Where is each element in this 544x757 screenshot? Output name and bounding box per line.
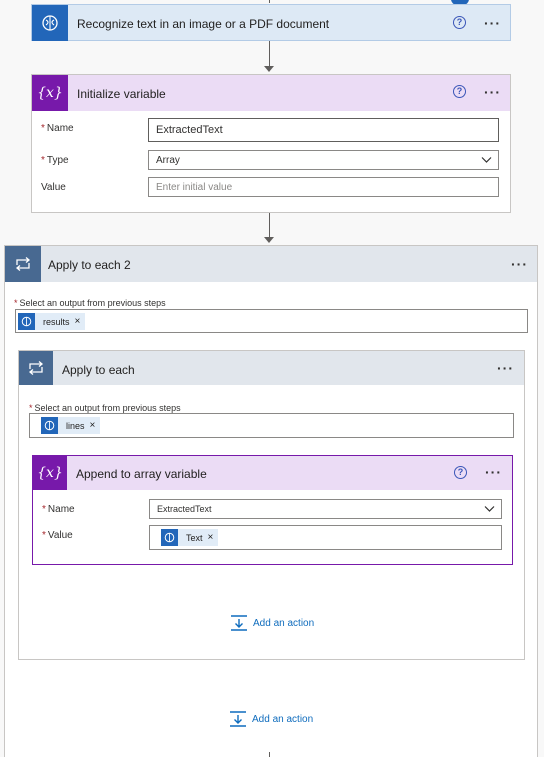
type-label: * Type — [41, 155, 69, 166]
value-label: * Value — [42, 530, 73, 541]
more-options-button[interactable]: ··· — [497, 361, 514, 375]
variable-name-input[interactable]: ExtractedText — [148, 118, 499, 142]
variable-icon: {x} — [33, 456, 67, 490]
apply-to-each-2-title: Apply to each 2 — [48, 258, 131, 272]
add-action-button-outer[interactable]: Add an action — [229, 711, 313, 727]
variable-icon: {x} — [32, 75, 68, 111]
remove-token-button[interactable]: × — [208, 532, 219, 543]
recognize-step-title: Recognize text in an image or a PDF docu… — [77, 17, 330, 31]
recognize-text-step[interactable]: Recognize text in an image or a PDF docu… — [31, 4, 511, 41]
name-label: * Name — [42, 504, 75, 515]
ai-builder-brain-icon — [161, 529, 178, 546]
remove-token-button[interactable]: × — [90, 420, 101, 431]
connector-line — [269, 41, 270, 68]
loop-icon-box — [19, 351, 53, 385]
variable-value-input[interactable]: Enter initial value — [148, 177, 499, 197]
results-token[interactable]: results × — [18, 313, 86, 330]
select-output-input[interactable]: results × — [15, 309, 528, 333]
remove-token-button[interactable]: × — [75, 316, 86, 327]
chevron-down-icon — [481, 157, 492, 163]
add-action-icon — [231, 615, 247, 631]
more-options-button[interactable]: ··· — [485, 465, 502, 479]
more-options-button[interactable]: ··· — [484, 85, 501, 99]
name-label: * Name — [41, 123, 74, 134]
recognize-step-icon — [32, 5, 68, 41]
connector-arrow — [264, 237, 274, 243]
ai-builder-brain-icon — [18, 313, 35, 330]
append-title: Append to array variable — [76, 467, 207, 481]
connector-bottom — [269, 752, 270, 757]
add-action-button-inner[interactable]: Add an action — [230, 615, 314, 631]
add-action-icon — [230, 711, 246, 727]
connector-top — [269, 0, 270, 3]
lines-token[interactable]: lines × — [41, 417, 101, 434]
loop-icon — [15, 257, 31, 271]
loop-icon-box — [5, 246, 41, 282]
select-output-input[interactable]: lines × — [29, 413, 514, 438]
value-label: Value — [41, 182, 66, 193]
initialize-variable-step[interactable]: {x} Initialize variable ? ··· * Name Extr… — [31, 74, 511, 213]
more-options-button[interactable]: ··· — [484, 16, 501, 30]
help-icon[interactable]: ? — [454, 466, 467, 479]
initialize-variable-title: Initialize variable — [77, 87, 166, 101]
append-to-array-step[interactable]: {x} Append to array variable ? ··· * Name… — [32, 455, 513, 565]
select-output-label: * Select an output from previous steps — [29, 403, 181, 413]
append-name-dropdown[interactable]: ExtractedText — [149, 499, 502, 519]
text-token[interactable]: Text × — [161, 529, 219, 546]
apply-to-each-2-container[interactable]: Apply to each 2 ··· * Select an output fr… — [4, 245, 538, 757]
chevron-down-icon — [484, 506, 495, 512]
apply-to-each-title: Apply to each — [62, 363, 135, 377]
more-options-button[interactable]: ··· — [511, 257, 528, 271]
ai-builder-brain-icon — [41, 417, 58, 434]
ai-builder-brain-icon — [42, 15, 58, 31]
connector-arrow — [264, 66, 274, 72]
help-icon[interactable]: ? — [453, 16, 466, 29]
variable-type-dropdown[interactable]: Array — [148, 150, 499, 170]
connector-line — [269, 213, 270, 239]
loop-icon — [28, 361, 44, 375]
apply-to-each-container[interactable]: Apply to each ··· * Select an output from… — [18, 350, 525, 660]
append-value-input[interactable]: Text × — [149, 525, 502, 550]
help-icon[interactable]: ? — [453, 85, 466, 98]
select-output-label: * Select an output from previous steps — [14, 298, 166, 308]
